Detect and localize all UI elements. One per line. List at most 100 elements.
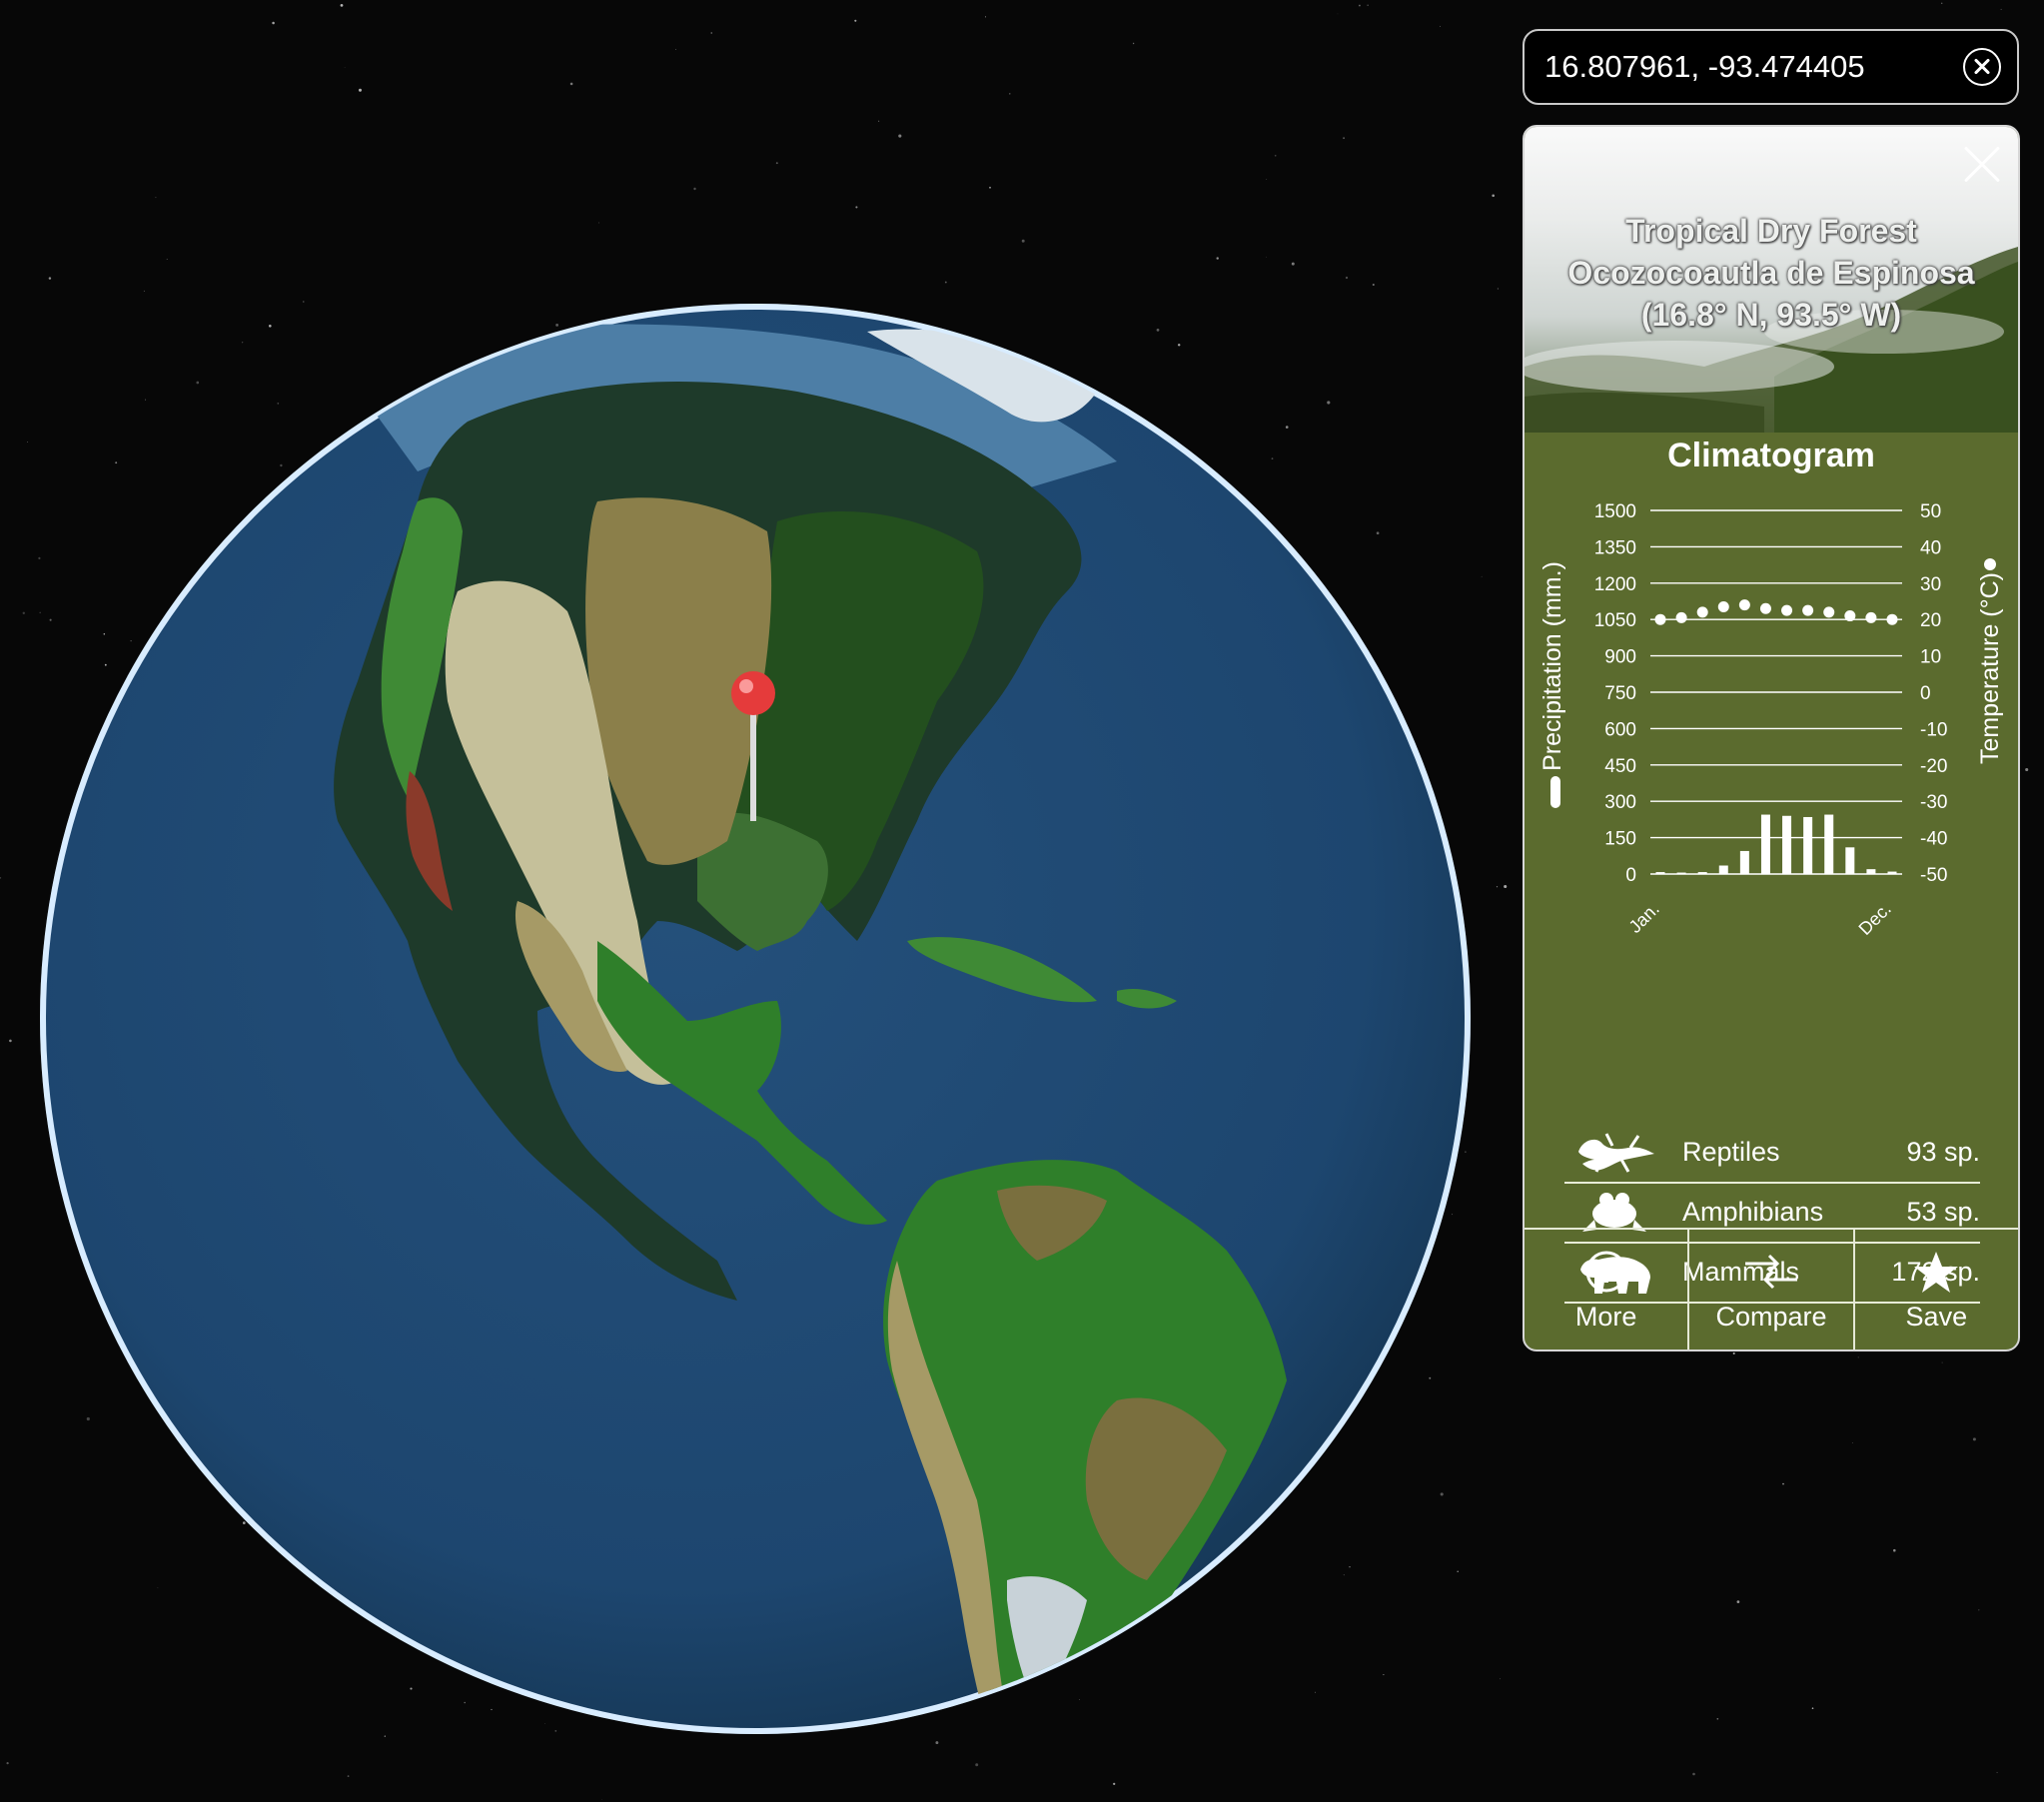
save-button[interactable]: Save — [1855, 1230, 2018, 1350]
y2-tick-label: -10 — [1920, 719, 1947, 740]
star — [22, 611, 26, 615]
star — [1132, 42, 1135, 45]
star — [693, 187, 696, 191]
y2-tick-label: 40 — [1920, 537, 1941, 558]
biome-name: Tropical Dry Forest — [1625, 213, 1917, 249]
star — [155, 197, 157, 199]
star — [1972, 1437, 1976, 1441]
star — [1893, 1548, 1896, 1552]
y2-tick-label: 0 — [1920, 683, 1931, 704]
star-icon — [1914, 1252, 1959, 1293]
compare-arrows-icon — [1744, 1254, 1797, 1290]
globe-map[interactable] — [38, 302, 1473, 1736]
star — [597, 222, 599, 224]
temperature-point — [1781, 604, 1793, 616]
star — [6, 1761, 9, 1765]
precipitation-bar — [1760, 814, 1770, 874]
precipitation-bar — [1866, 869, 1876, 874]
star — [984, 16, 987, 18]
temperature-point — [1886, 613, 1898, 625]
climatogram-chart: 1500 501350 401200 301050 20900 10750 0600 -104… — [1538, 501, 2004, 939]
temperature-point — [1717, 600, 1729, 612]
save-button-label: Save — [1905, 1302, 1968, 1332]
temperature-axis-label-text: Temperature (°C) — [1976, 572, 2004, 764]
compare-button[interactable]: Compare — [1689, 1230, 1855, 1350]
temperature-point — [1844, 610, 1856, 622]
precipitation-bar — [1718, 865, 1728, 874]
star — [48, 277, 52, 280]
info-icon — [1585, 1251, 1627, 1293]
star — [272, 21, 275, 25]
star — [1940, 2, 1943, 5]
y2-tick-label: 10 — [1920, 647, 1941, 668]
taxon-row-reptiles[interactable]: Reptiles 93 sp. — [1564, 1122, 1980, 1184]
star — [1274, 154, 1277, 157]
temperature-point — [1823, 606, 1835, 618]
y2-tick-label: 30 — [1920, 574, 1941, 595]
y2-tick-label: -50 — [1920, 865, 1947, 886]
close-x-icon[interactable] — [1962, 145, 2002, 185]
star — [2000, 8, 2002, 10]
star — [143, 290, 145, 292]
star — [1504, 884, 1508, 889]
more-button[interactable]: More — [1525, 1230, 1690, 1350]
y-tick-label: 300 — [1604, 792, 1636, 813]
y-tick-label: 1200 — [1594, 574, 1636, 595]
star — [1345, 276, 1349, 280]
star — [1978, 1609, 1980, 1611]
y2-tick-label: -40 — [1920, 829, 1947, 850]
y-tick-label: 1500 — [1594, 501, 1636, 522]
star — [1996, 1771, 1998, 1774]
star — [1492, 194, 1496, 198]
star — [1216, 257, 1219, 260]
taxon-count: 93 sp. — [1906, 1137, 1980, 1167]
star — [854, 19, 857, 22]
place-name: Ocozocoautla de Espinosa — [1567, 255, 1975, 291]
y-tick-label: 1050 — [1594, 610, 1636, 631]
y2-tick-label: -20 — [1920, 756, 1947, 777]
star — [1692, 1772, 1695, 1776]
precipitation-axis-label-text: Precipitation (mm.) — [1538, 561, 1566, 771]
x-tick-label: Jan. — [1625, 899, 1663, 937]
star — [2025, 767, 2029, 772]
temperature-axis-label: Temperature (°C) — [1976, 558, 2004, 764]
panel-header: Tropical Dry Forest Ocozocoautla de Espi… — [1525, 127, 2018, 433]
star — [975, 1763, 979, 1767]
star — [1716, 1717, 1719, 1720]
star — [27, 442, 28, 444]
temperature-point — [1759, 602, 1771, 614]
y2-tick-label: 50 — [1920, 501, 1941, 522]
star — [1337, 13, 1339, 15]
star — [1440, 25, 1441, 27]
coordinate-search-input[interactable]: 16.807961, -93.474405 — [1544, 31, 1947, 103]
star — [1497, 288, 1499, 290]
star — [1266, 256, 1267, 258]
y2-tick-label: 20 — [1920, 610, 1941, 631]
star — [1857, 1356, 1859, 1358]
panel-actions: More Compare Save — [1525, 1228, 2018, 1350]
coordinate-search-box[interactable]: 16.807961, -93.474405 — [1523, 29, 2019, 105]
star — [1009, 93, 1011, 95]
dot-legend-icon — [1984, 558, 1996, 570]
star — [898, 134, 902, 138]
star — [1782, 1482, 1784, 1485]
precipitation-bar — [1739, 850, 1749, 874]
temperature-point — [1802, 604, 1814, 616]
star — [9, 1039, 12, 1043]
star — [989, 186, 991, 189]
y-tick-label: 0 — [1625, 865, 1636, 886]
star — [344, 67, 346, 68]
clear-circle-icon[interactable] — [1963, 48, 2001, 86]
star — [1481, 575, 1483, 577]
precipitation-bar — [1803, 816, 1813, 874]
precipitation-bar — [1845, 847, 1855, 874]
star — [675, 49, 676, 50]
star — [1941, 1361, 1943, 1363]
star — [1113, 1782, 1116, 1786]
temperature-point — [1696, 606, 1708, 618]
star — [1499, 1678, 1501, 1680]
star — [0, 877, 2, 879]
compare-button-label: Compare — [1715, 1302, 1827, 1332]
star — [1851, 1442, 1853, 1443]
star — [1372, 283, 1375, 287]
